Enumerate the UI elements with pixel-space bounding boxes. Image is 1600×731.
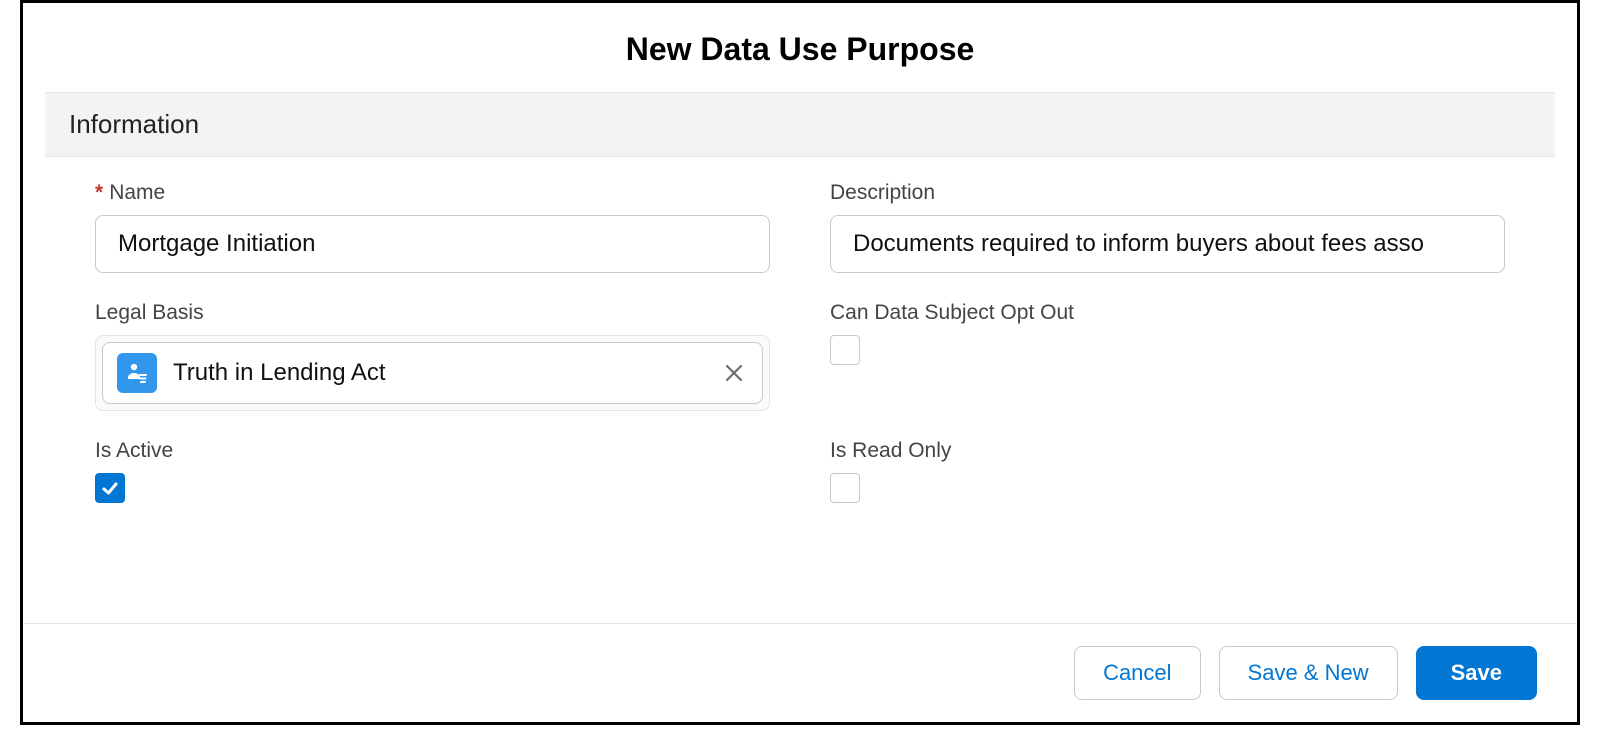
field-is-active: Is Active [95, 439, 770, 503]
new-data-use-purpose-modal: New Data Use Purpose Information * Name … [20, 0, 1580, 725]
field-legal-basis: Legal Basis Truth in Lending Act [95, 301, 770, 411]
label-is-read-only: Is Read Only [830, 439, 1505, 463]
name-input[interactable] [95, 215, 770, 273]
save-button[interactable]: Save [1416, 646, 1537, 700]
field-description: Description [830, 181, 1505, 273]
field-name: * Name [95, 181, 770, 273]
cancel-button[interactable]: Cancel [1074, 646, 1200, 700]
close-icon [724, 363, 744, 383]
save-and-new-button[interactable]: Save & New [1219, 646, 1398, 700]
label-name-text: Name [109, 181, 165, 205]
is-active-checkbox[interactable] [95, 473, 125, 503]
field-opt-out: Can Data Subject Opt Out [830, 301, 1505, 411]
section-header-information: Information [45, 92, 1555, 157]
description-input[interactable] [830, 215, 1505, 273]
modal-title: New Data Use Purpose [23, 3, 1577, 92]
label-description: Description [830, 181, 1505, 205]
label-opt-out: Can Data Subject Opt Out [830, 301, 1505, 325]
legal-basis-selected-label: Truth in Lending Act [173, 359, 704, 387]
form-body: * Name Description Legal Basis [23, 157, 1577, 623]
label-is-active: Is Active [95, 439, 770, 463]
field-is-read-only: Is Read Only [830, 439, 1505, 503]
label-name: * Name [95, 181, 770, 205]
modal-footer: Cancel Save & New Save [23, 623, 1577, 722]
legal-basis-record-icon [117, 353, 157, 393]
legal-basis-lookup[interactable]: Truth in Lending Act [95, 335, 770, 411]
remove-legal-basis-button[interactable] [720, 359, 748, 387]
opt-out-checkbox[interactable] [830, 335, 860, 365]
legal-basis-pill: Truth in Lending Act [102, 342, 763, 404]
label-legal-basis: Legal Basis [95, 301, 770, 325]
required-star: * [95, 181, 103, 205]
is-read-only-checkbox[interactable] [830, 473, 860, 503]
checkmark-icon [100, 478, 120, 498]
